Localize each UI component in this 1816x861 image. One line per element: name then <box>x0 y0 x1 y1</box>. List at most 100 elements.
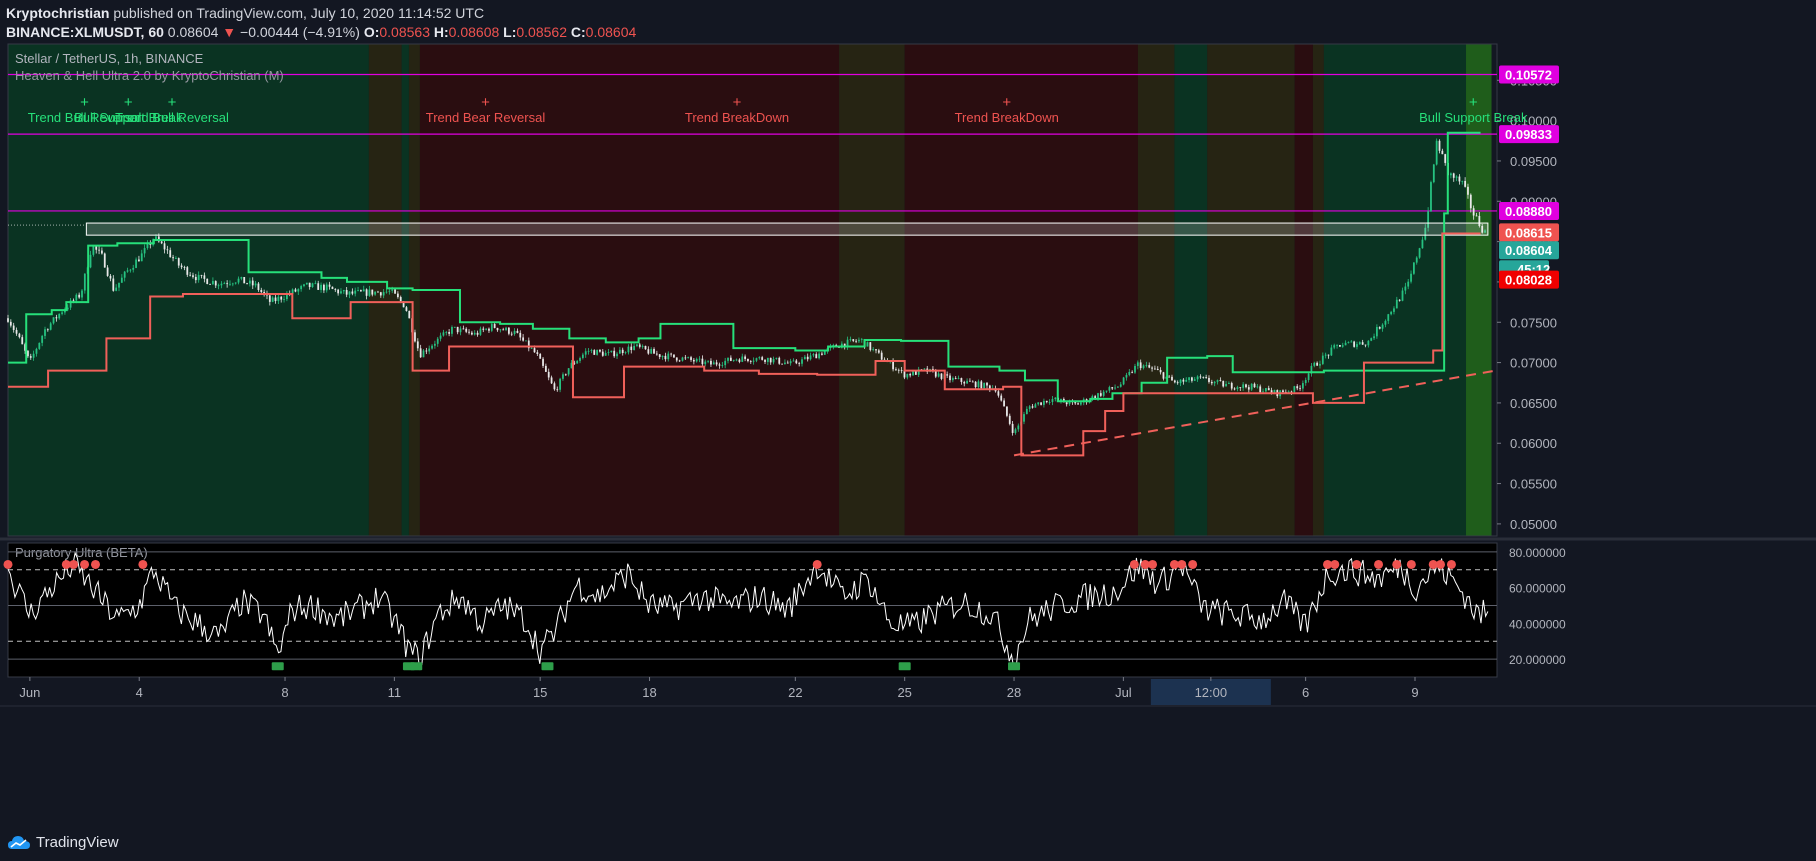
candle-body <box>180 265 183 268</box>
candle-body <box>752 360 755 362</box>
candle-body <box>470 332 473 335</box>
candle-body <box>163 243 166 250</box>
candle-body <box>1034 404 1037 408</box>
candle-body <box>1119 384 1122 387</box>
candle-body <box>960 378 963 382</box>
candle-body <box>784 362 786 365</box>
candle-body <box>1307 373 1310 380</box>
candle-body <box>1048 401 1051 403</box>
price-labels: 0.105720.098330.088800.086150.0860445:12… <box>1499 65 1559 289</box>
candle-body <box>1017 425 1020 430</box>
candle-body <box>1262 391 1264 393</box>
candle-body <box>328 284 331 287</box>
candle-body <box>388 290 391 292</box>
trend-zone <box>1294 44 1313 536</box>
candle-body <box>510 333 513 335</box>
candle-body <box>212 281 214 285</box>
candle-body <box>15 329 18 334</box>
candle-body <box>707 360 710 362</box>
resistance-box <box>85 222 1489 236</box>
candle-body <box>394 289 396 294</box>
chart-canvas[interactable]: 0.05000 0.05500 0.06000 0.06500 0.07000 0.075… <box>0 0 1816 861</box>
candle-body <box>1393 308 1395 312</box>
candle-body <box>280 296 283 300</box>
candle-body <box>653 349 655 354</box>
signal-plus-icon: + <box>1002 94 1011 111</box>
candle-body <box>186 267 189 275</box>
candle-body <box>1458 176 1461 182</box>
candle-body <box>1173 380 1176 383</box>
candle-body <box>172 257 174 259</box>
candle-body <box>727 357 729 361</box>
candle-body <box>246 283 248 285</box>
candle-body <box>206 278 209 284</box>
candle-body <box>732 359 735 361</box>
sell-marker <box>3 559 13 569</box>
candle-body <box>396 293 399 298</box>
candle-body <box>103 253 106 268</box>
candle-body <box>823 350 826 355</box>
candle-body <box>866 342 869 347</box>
candle-body <box>690 357 692 360</box>
candle-body <box>1037 402 1040 405</box>
buy-marker <box>1008 662 1021 671</box>
signal-label: Trend BreakDown <box>955 110 1059 125</box>
candle-body <box>1185 379 1188 382</box>
candle-body <box>567 368 570 375</box>
candle-body <box>937 373 940 377</box>
candle-body <box>35 348 38 354</box>
candle-body <box>1299 388 1301 390</box>
trend-zone <box>1137 44 1175 536</box>
candle-body <box>1111 387 1114 389</box>
candle-body <box>1259 386 1262 393</box>
trend-zone <box>1207 44 1295 536</box>
candle-body <box>1108 387 1111 391</box>
candle-body <box>701 358 704 365</box>
buy-marker <box>410 662 423 671</box>
candle-body <box>1293 386 1296 392</box>
signal-plus-icon: + <box>733 94 742 111</box>
candle-body <box>1210 381 1213 384</box>
candle-body <box>1222 380 1225 387</box>
candle-body <box>610 350 613 353</box>
candle-body <box>490 324 493 331</box>
candle-body <box>712 362 715 365</box>
candle-body <box>1239 387 1242 389</box>
candle-body <box>1250 383 1253 390</box>
candle-body <box>143 248 146 254</box>
candle-body <box>618 349 621 354</box>
time-tick-label: Jul <box>1115 685 1132 700</box>
candle-body <box>977 381 980 388</box>
candle-body <box>462 328 465 330</box>
candle-body <box>795 360 798 364</box>
time-tick-label: 25 <box>897 685 911 700</box>
candle-body <box>1028 406 1031 409</box>
candle-body <box>1435 140 1438 165</box>
candle-body <box>1176 382 1179 384</box>
candle-body <box>1464 180 1467 187</box>
candle-body <box>1390 311 1393 315</box>
trend-zone <box>401 44 409 536</box>
candle-body <box>260 289 263 293</box>
candle-body <box>761 357 764 360</box>
candle-body <box>81 290 83 298</box>
tradingview-logo[interactable]: TradingView <box>8 834 119 851</box>
candle-body <box>875 349 877 351</box>
price-tick-label: 0.05000 <box>1510 517 1557 532</box>
candle-body <box>1145 365 1148 366</box>
candle-body <box>160 241 163 244</box>
candle-body <box>655 353 658 355</box>
candle-body <box>118 282 120 288</box>
candle-body <box>294 289 297 292</box>
candle-body <box>342 290 345 292</box>
candle-body <box>249 280 251 284</box>
candle-body <box>607 352 610 353</box>
candle-body <box>778 357 781 364</box>
sell-marker <box>1352 559 1362 569</box>
candle-body <box>109 275 112 279</box>
candle-body <box>374 291 377 295</box>
candle-body <box>1341 345 1344 347</box>
candle-body <box>735 359 738 361</box>
candle-body <box>741 356 744 362</box>
candle-body <box>493 324 496 328</box>
